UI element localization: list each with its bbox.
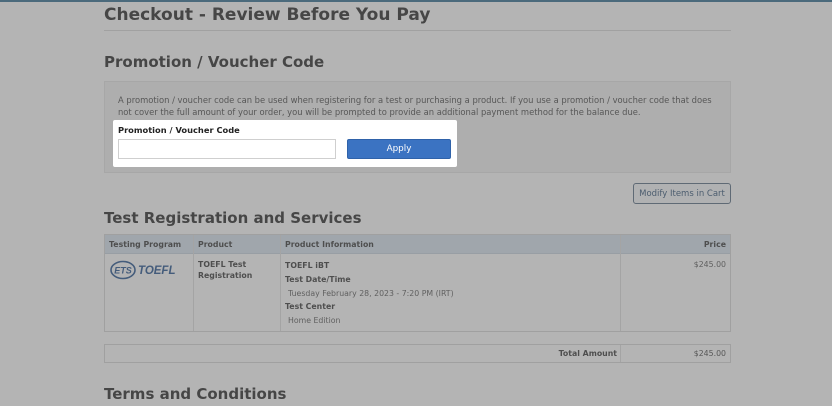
voucher-field-label: Promotion / Voucher Code [118,125,240,135]
voucher-spotlight: Promotion / Voucher Code Apply [113,120,457,167]
modal-overlay [0,0,832,406]
apply-button[interactable]: Apply [347,139,451,159]
voucher-code-input[interactable] [118,139,336,159]
